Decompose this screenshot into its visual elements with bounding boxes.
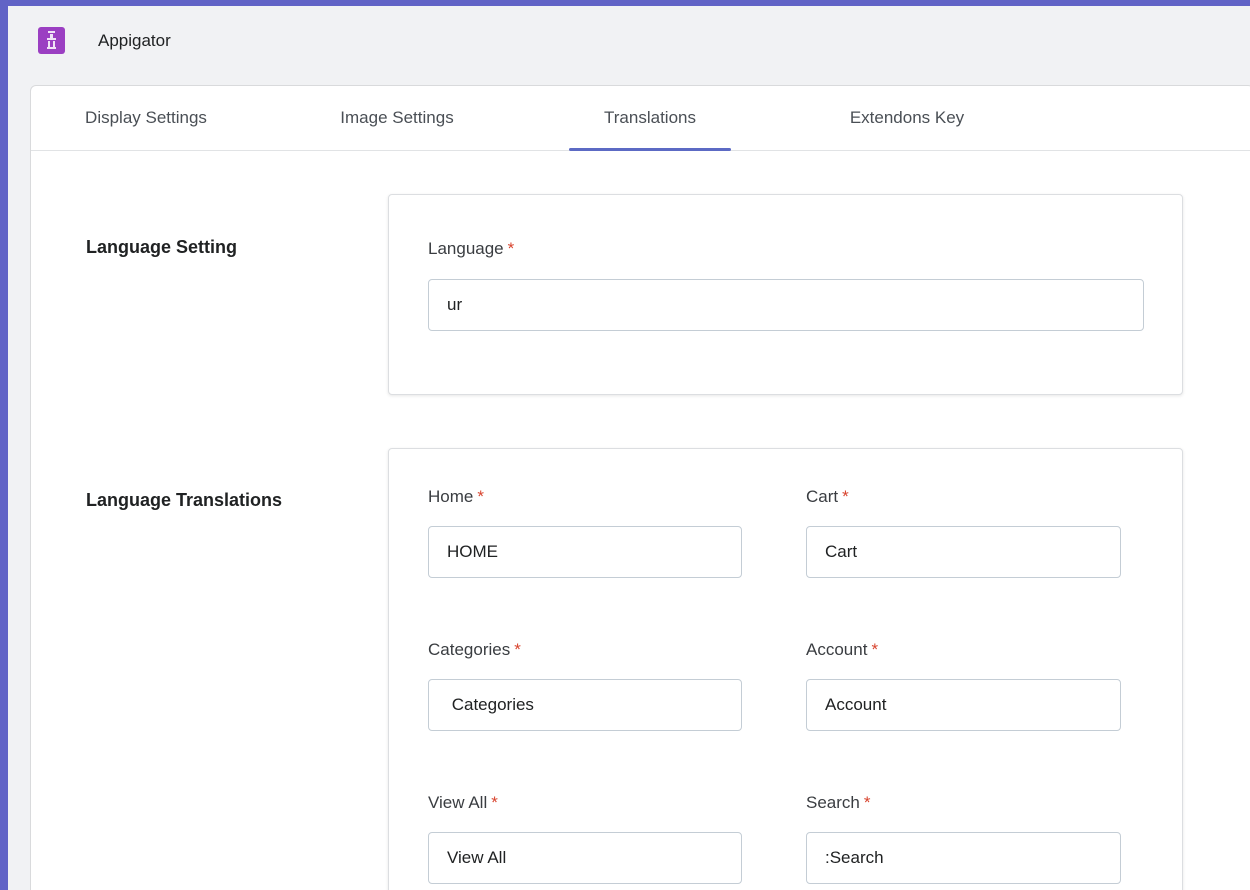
required-asterisk: *	[514, 640, 521, 659]
language-label-text: Language	[428, 239, 504, 258]
app-window: Appigator Display Settings Image Setting…	[8, 6, 1250, 890]
language-translations-panel: Home* Cart* Categories* Account* View Al…	[388, 448, 1183, 890]
app-title: Appigator	[98, 31, 171, 50]
tab-image-settings[interactable]: Image Settings	[327, 86, 467, 150]
categories-label-text: Categories	[428, 640, 511, 659]
required-asterisk: *	[842, 487, 849, 506]
app-header: Appigator	[8, 6, 1250, 82]
language-input[interactable]	[428, 279, 1144, 331]
tab-display-settings[interactable]: Display Settings	[71, 86, 221, 150]
home-label-text: Home	[428, 487, 474, 506]
search-label-text: Search	[806, 793, 860, 812]
language-translations-title: Language Translations	[86, 490, 283, 510]
account-label: Account *	[806, 640, 878, 660]
account-input[interactable]	[806, 679, 1121, 731]
required-asterisk: *	[871, 640, 879, 659]
required-asterisk: *	[507, 239, 515, 258]
required-asterisk: *	[491, 793, 498, 812]
home-label: Home *	[428, 487, 484, 507]
required-asterisk: *	[477, 487, 484, 506]
tab-bar: Display Settings Image Settings Translat…	[31, 86, 1250, 151]
language-setting-title: Language Setting	[86, 237, 238, 257]
cart-input[interactable]	[806, 526, 1121, 578]
categories-input[interactable]	[428, 679, 742, 731]
language-label: Language *	[428, 239, 514, 259]
language-setting-panel: Language *	[388, 194, 1183, 395]
cart-label: Cart *	[806, 487, 849, 507]
required-asterisk: *	[863, 793, 871, 812]
view-all-input[interactable]	[428, 832, 742, 884]
categories-label: Categories *	[428, 640, 521, 660]
view-all-label: View All *	[428, 793, 498, 813]
cart-label-text: Cart	[806, 487, 839, 506]
app-logo-icon	[38, 27, 65, 54]
search-label: Search *	[806, 793, 871, 813]
search-input[interactable]	[806, 832, 1121, 884]
tab-extendons-key[interactable]: Extendons Key	[837, 86, 977, 150]
home-input[interactable]	[428, 526, 742, 578]
view-all-label-text: View All	[428, 793, 488, 812]
account-label-text: Account	[806, 640, 868, 659]
tab-translations[interactable]: Translations	[569, 86, 731, 151]
settings-card: Display Settings Image Settings Translat…	[30, 85, 1250, 890]
